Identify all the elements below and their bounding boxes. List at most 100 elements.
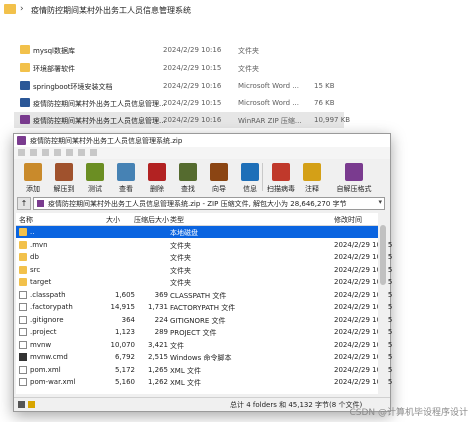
explorer-row[interactable]: 疫情防控期间某村外出务工人员信息管理... 2024/2/29 10:15 Micr… [14, 95, 344, 111]
explorer-row-size: 15 KB [314, 82, 335, 90]
breadcrumb[interactable]: 疫情防控期间某村外出务工人员信息管理系统 [31, 5, 191, 16]
table-row[interactable]: mvnw 10,070 3,421 文件 2024/2/29 10:15 [16, 339, 392, 351]
table-row[interactable]: mvnw.cmd 6,792 2,515 Windows 命令脚本 2024/2/29 … [16, 351, 392, 363]
archive-file-list: .. 本地磁盘 .mvn 文件夹 2024/2/29 10:15 db 文件夹 2024/2/… [16, 226, 392, 394]
column-header-name[interactable]: 名称 [19, 215, 33, 225]
folder-icon [4, 4, 16, 14]
table-row[interactable]: .gitignore 364 224 GITIGNORE 文件 2024/2/29 10… [16, 314, 392, 326]
find-button[interactable]: 查找 [174, 162, 202, 194]
info-button[interactable]: 信息 [236, 162, 264, 194]
explorer-row[interactable]: springboot环境安装文档 2024/2/29 10:16 Microsoft… [14, 78, 344, 94]
explorer-row[interactable]: 疫情防控期间某村外出务工人员信息管理... 2024/2/29 10:16 WinR… [14, 112, 350, 128]
explorer-row-date: 2024/2/29 10:15 [163, 64, 222, 72]
column-header-modified[interactable]: 修改时间 [334, 215, 362, 225]
table-row[interactable]: .. 本地磁盘 [16, 226, 378, 238]
cell-type: CLASSPATH 文件 [170, 291, 227, 300]
xml-file-icon [19, 378, 27, 386]
cell-name: .classpath [30, 290, 66, 299]
info-icon [241, 163, 259, 181]
toolbar-label: 查看 [119, 185, 133, 193]
file-icon [19, 315, 27, 324]
menu-item[interactable] [18, 149, 25, 156]
cell-size: 1,123 [114, 328, 135, 336]
delete-button[interactable]: 删除 [143, 162, 171, 194]
explorer-row-size: 76 KB [314, 99, 335, 107]
cell-size: 14,915 [110, 303, 136, 311]
toolbar-label: 删除 [150, 185, 164, 193]
table-row[interactable]: target 文件夹 2024/2/29 10:15 [16, 276, 392, 288]
cell-name: mvnw.cmd [30, 353, 68, 361]
toolbar: 添加 解压到 测试 查看 删除 查找 向导 信息 扫描病毒 注释 自解压格式 [14, 159, 390, 195]
view-icon [117, 163, 135, 181]
key-icon[interactable] [28, 401, 35, 408]
cell-size: 1,605 [114, 290, 135, 299]
column-header-packed[interactable]: 压缩后大小 [134, 215, 169, 225]
table-row[interactable]: pom.xml 5,172 1,265 XML 文件 2024/2/29 10:15 [16, 364, 392, 376]
scan-virus-button[interactable]: 扫描病毒 [267, 162, 295, 194]
add-icon [24, 163, 42, 181]
table-row[interactable]: pom-war.xml 5,160 1,262 XML 文件 2024/2/29 10:… [16, 376, 392, 388]
cell-name: pom.xml [30, 365, 61, 374]
explorer-row-size: 10,997 KB [314, 116, 351, 124]
status-bar: 总计 4 folders 和 45,132 字节(8 个文件) [14, 397, 390, 411]
wizard-button[interactable]: 向导 [205, 162, 233, 194]
parent-folder-icon [19, 228, 27, 236]
column-header-type[interactable]: 类型 [170, 215, 184, 225]
menu-item[interactable] [42, 149, 49, 156]
sfx-button[interactable]: 自解压格式 [336, 162, 372, 194]
table-row[interactable]: .factorypath 14,915 1,731 FACTORYPATH 文件 202… [16, 301, 392, 313]
up-folder-button[interactable]: ↑ [17, 197, 31, 210]
explorer-row-name: 环境部署软件 [33, 65, 75, 73]
cell-name: .project [30, 328, 57, 336]
menu-bar [14, 147, 390, 159]
cell-size: 6,792 [114, 353, 135, 361]
chevron-right-icon: › [20, 4, 24, 14]
add-button[interactable]: 添加 [19, 162, 47, 194]
chevron-down-icon[interactable]: ▾ [378, 198, 382, 206]
scrollbar-thumb[interactable] [380, 225, 386, 285]
table-row[interactable]: .mvn 文件夹 2024/2/29 10:15 [16, 239, 392, 251]
cell-type: PROJECT 文件 [170, 329, 217, 337]
column-header-size[interactable]: 大小 [106, 215, 120, 225]
toolbar-separator [262, 163, 263, 191]
explorer-row[interactable]: 环境部署软件 2024/2/29 10:15 文件夹 [14, 60, 344, 76]
menu-item[interactable] [90, 149, 97, 156]
winrar-window: 疫情防控期间某村外出务工人员信息管理系统.zip 添加 解压到 测试 查看 删除 查找 向导… [13, 133, 392, 412]
explorer-row-name: 疫情防控期间某村外出务工人员信息管理... [33, 117, 166, 125]
path-field[interactable]: 疫情防控期间某村外出务工人员信息管理系统.zip - ZIP 压缩文件, 解包大… [33, 197, 385, 210]
explorer-row[interactable]: mysql数据库 2024/2/29 10:16 文件夹 [14, 42, 344, 58]
explorer-row-type: 文件夹 [238, 65, 259, 73]
cell-name: .gitignore [30, 315, 64, 324]
menu-item[interactable] [78, 149, 85, 156]
table-row[interactable]: db 文件夹 2024/2/29 10:15 [16, 251, 392, 263]
test-button[interactable]: 测试 [81, 162, 109, 194]
comment-button[interactable]: 注释 [298, 162, 326, 194]
table-row[interactable]: .classpath 1,605 369 CLASSPATH 文件 2024/2/29 … [16, 289, 392, 301]
table-row[interactable]: src 文件夹 2024/2/29 10:15 [16, 264, 392, 276]
folder-icon [19, 265, 27, 274]
explorer-row-date: 2024/2/29 10:15 [163, 99, 222, 107]
cell-type: GITIGNORE 文件 [170, 316, 226, 325]
file-icon [19, 290, 27, 299]
view-button[interactable]: 查看 [112, 162, 140, 194]
table-row[interactable]: .project 1,123 289 PROJECT 文件 2024/2/29 10:1… [16, 326, 392, 338]
cell-name: mvnw [30, 340, 52, 349]
cell-type: FACTORYPATH 文件 [170, 304, 236, 312]
extract-to-button[interactable]: 解压到 [50, 162, 78, 194]
toolbar-label: 注释 [305, 185, 319, 193]
menu-item[interactable] [54, 149, 61, 156]
xml-file-icon [19, 365, 27, 374]
toolbar-label: 测试 [88, 185, 102, 193]
drive-icon[interactable] [18, 401, 25, 408]
cell-size: 10,070 [110, 340, 136, 349]
word-icon [20, 81, 30, 90]
vertical-scrollbar[interactable] [378, 213, 388, 394]
cell-type: 文件夹 [170, 241, 191, 250]
cell-packed: 1,262 [147, 378, 168, 386]
menu-item[interactable] [30, 149, 37, 156]
winrar-title-bar: 疫情防控期间某村外出务工人员信息管理系统.zip [14, 134, 390, 147]
menu-item[interactable] [66, 149, 73, 156]
archive-path: 疫情防控期间某村外出务工人员信息管理系统.zip - ZIP 压缩文件, 解包大… [48, 200, 347, 208]
watermark: CSDN @计算机毕设程序设计 [349, 408, 468, 418]
folder-icon [20, 45, 30, 54]
